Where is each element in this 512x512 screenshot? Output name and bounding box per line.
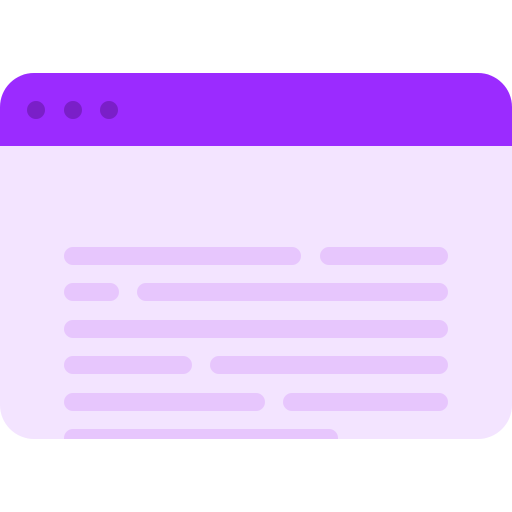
browser-window-icon	[0, 73, 512, 439]
text-line-placeholder	[137, 283, 448, 301]
window-dot-icon	[100, 101, 118, 119]
window-dot-icon	[27, 101, 45, 119]
text-line-placeholder	[64, 320, 448, 338]
text-line-placeholder	[64, 283, 119, 301]
text-line-placeholder	[64, 356, 192, 374]
text-line-placeholder	[64, 393, 265, 411]
text-line-placeholder	[64, 429, 338, 439]
text-line-placeholder	[283, 393, 448, 411]
text-line-placeholder	[64, 247, 301, 265]
window-titlebar	[0, 73, 512, 146]
icon-canvas	[0, 0, 512, 512]
text-line-placeholder	[320, 247, 448, 265]
window-dot-icon	[64, 101, 82, 119]
text-line-placeholder	[210, 356, 448, 374]
window-content	[0, 146, 512, 439]
